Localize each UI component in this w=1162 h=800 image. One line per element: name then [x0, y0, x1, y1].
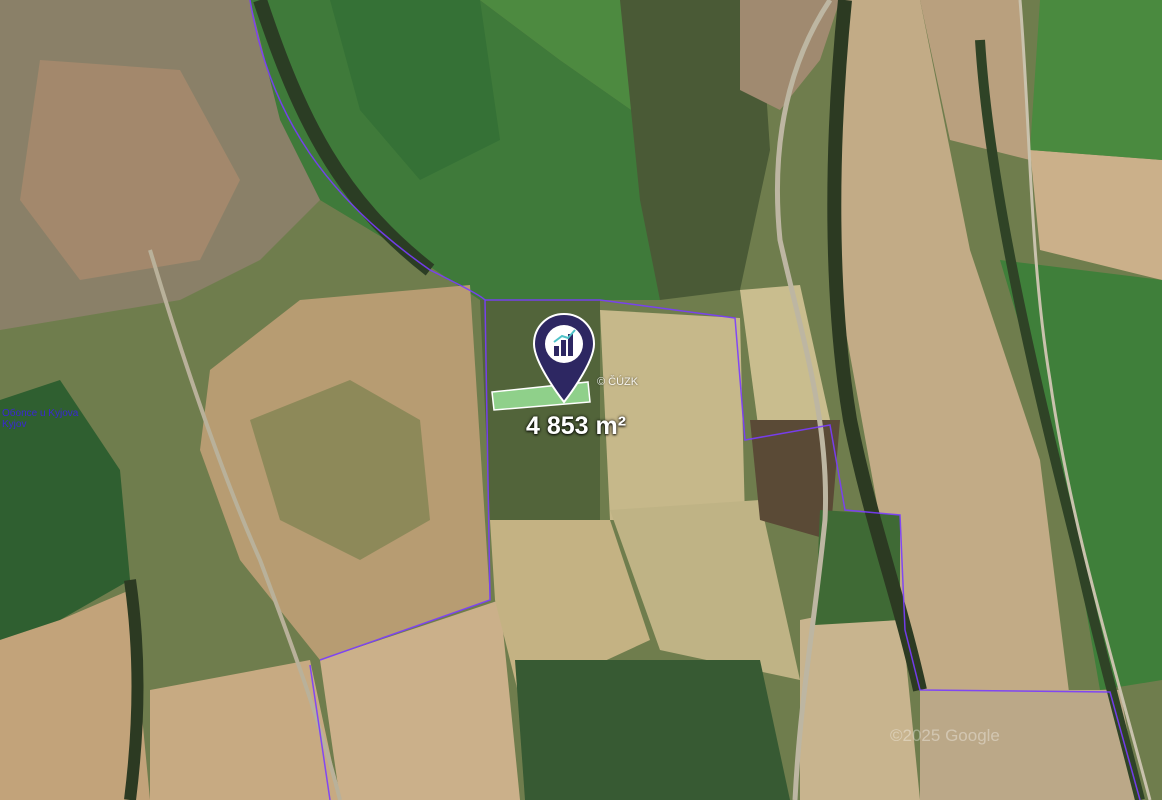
property-chart-pin-icon: [532, 312, 596, 404]
property-pin-marker[interactable]: [532, 312, 596, 404]
parcel-area-label: 4 853 m²: [525, 412, 627, 440]
google-copyright: ©2025 Google: [890, 726, 1000, 745]
place-label-line1: Обоnce u Kyjova: [2, 408, 79, 419]
map-view[interactable]: Обоnce u Kyjova Kyjov © ČÚZK 4 853 m² ©2…: [0, 0, 1162, 800]
place-label: Обоnce u Kyjova Kyjov: [2, 408, 78, 430]
place-label-line2: Kyjov: [2, 419, 27, 430]
cuzk-watermark: © ČÚZK: [597, 376, 639, 388]
